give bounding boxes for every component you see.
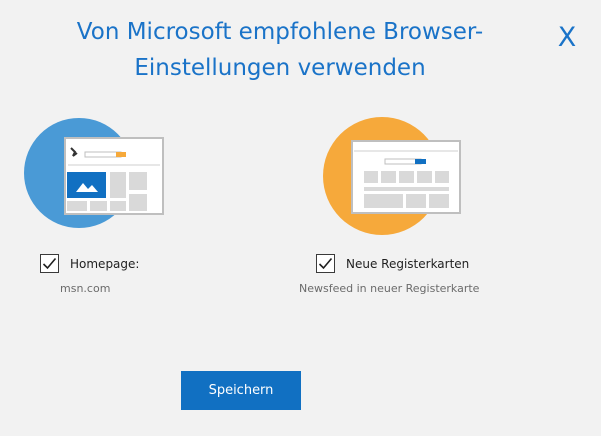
new-tabs-label: Neue Registerkarten [346, 256, 470, 271]
checkmark-icon [42, 257, 57, 270]
homepage-label: Homepage: [70, 256, 140, 271]
homepage-description: msn.com [60, 282, 111, 295]
save-button[interactable]: Speichern [181, 371, 301, 410]
homepage-checkbox[interactable] [40, 254, 59, 273]
checkmark-icon [318, 257, 333, 270]
new-tab-illustration [322, 101, 472, 236]
new-tabs-checkbox[interactable] [316, 254, 335, 273]
homepage-illustration [24, 108, 169, 233]
dialog-title-line1: Von Microsoft empfohlene Browser- [76, 19, 484, 45]
homepage-option: Homepage: [40, 254, 139, 273]
new-tabs-option: Neue Registerkarten [316, 254, 469, 273]
dialog-title: Von Microsoft empfohlene Browser- Einste… [30, 14, 530, 86]
new-tabs-description: Newsfeed in neuer Registerkarte [299, 282, 480, 295]
dialog-title-line2: Einstellungen verwenden [134, 55, 426, 81]
close-icon[interactable]: X [552, 22, 582, 54]
